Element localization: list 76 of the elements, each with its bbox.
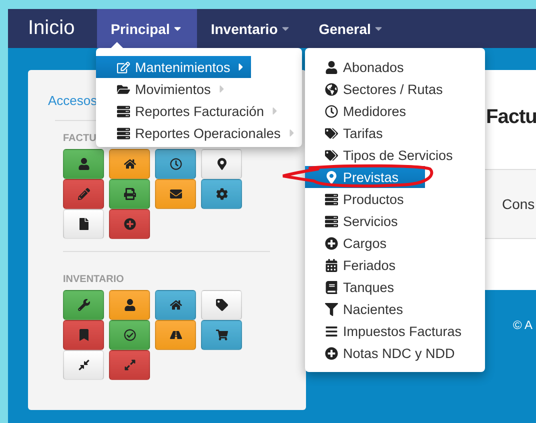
shortcut-button[interactable] bbox=[63, 350, 104, 380]
shortcut-button[interactable] bbox=[155, 320, 196, 350]
shortcut-button[interactable] bbox=[109, 320, 150, 350]
menu-icon bbox=[325, 324, 338, 338]
brand-link[interactable]: Inicio bbox=[28, 9, 75, 48]
printer-icon bbox=[124, 188, 136, 200]
tags-icon bbox=[325, 148, 338, 162]
shortcut-button[interactable] bbox=[109, 179, 150, 209]
clock-icon bbox=[170, 158, 182, 170]
menu-item[interactable]: Tarifas bbox=[305, 122, 387, 144]
bookmark-icon bbox=[78, 329, 90, 341]
shortcut-button[interactable] bbox=[155, 179, 196, 209]
tags-icon bbox=[325, 126, 338, 140]
envelope-icon bbox=[170, 188, 182, 200]
shortcut-button[interactable] bbox=[109, 149, 150, 179]
nav-menu[interactable]: Principal bbox=[96, 9, 197, 48]
compress-icon bbox=[78, 359, 90, 371]
menu-item[interactable]: Reportes Facturación bbox=[96, 100, 286, 122]
list-icon bbox=[325, 192, 338, 206]
list-icon bbox=[117, 104, 130, 118]
menu-item[interactable]: Productos bbox=[305, 188, 408, 210]
edit-icon bbox=[117, 60, 130, 74]
menu-item[interactable]: Mantenimientos bbox=[96, 56, 252, 78]
map-pin-icon bbox=[216, 158, 228, 170]
section-title: INVENTARIO bbox=[63, 274, 124, 285]
nav-menu[interactable]: General bbox=[304, 9, 398, 48]
user-icon bbox=[325, 60, 338, 74]
menu-item[interactable]: Notas NDC y NDD bbox=[305, 342, 459, 364]
road-icon bbox=[170, 329, 182, 341]
menu-item[interactable]: Movimientos bbox=[96, 78, 232, 100]
menu-item[interactable]: Nacientes bbox=[305, 298, 408, 320]
list-icon bbox=[325, 214, 338, 228]
shortcut-button[interactable] bbox=[201, 149, 242, 179]
pencil-icon bbox=[78, 188, 90, 200]
shortcut-button[interactable] bbox=[63, 149, 104, 179]
menu-item[interactable]: Tipos de Servicios bbox=[305, 144, 457, 166]
shortcut-button[interactable] bbox=[63, 209, 104, 239]
filter-icon bbox=[325, 302, 338, 316]
clock-icon bbox=[325, 104, 338, 118]
shortcut-button[interactable] bbox=[201, 179, 242, 209]
menu-item[interactable]: Reportes Operacionales bbox=[96, 122, 302, 144]
menu-item[interactable]: Tanques bbox=[305, 276, 398, 298]
list-icon bbox=[117, 126, 130, 140]
shortcut-button[interactable] bbox=[155, 149, 196, 179]
map-pin-icon bbox=[325, 170, 338, 184]
menu-item[interactable]: Abonados bbox=[305, 56, 408, 78]
book-icon bbox=[325, 280, 338, 294]
settings-icon bbox=[216, 188, 228, 200]
home-icon bbox=[124, 158, 136, 170]
globe-icon bbox=[325, 82, 338, 96]
page-heading: Factu bbox=[486, 106, 536, 129]
menu-item[interactable]: Cargos bbox=[305, 232, 391, 254]
menu-item[interactable]: Medidores bbox=[305, 100, 410, 122]
menu-item[interactable]: Feriados bbox=[305, 254, 400, 276]
tag-icon bbox=[216, 299, 228, 311]
shortcut-button[interactable] bbox=[201, 320, 242, 350]
nav-menu[interactable]: Inventario bbox=[196, 9, 305, 48]
cart-icon bbox=[216, 329, 228, 341]
band-label: Cons bbox=[502, 196, 535, 212]
shortcut-button[interactable] bbox=[63, 290, 104, 320]
expand-icon bbox=[124, 359, 136, 371]
home-icon bbox=[170, 299, 182, 311]
shortcut-button[interactable] bbox=[155, 290, 196, 320]
calendar-icon bbox=[325, 258, 338, 272]
menu-item[interactable]: Sectores / Rutas bbox=[305, 78, 447, 100]
user-icon bbox=[124, 299, 136, 311]
user-icon bbox=[78, 158, 90, 170]
folder-icon bbox=[117, 82, 130, 96]
menu-item[interactable]: Servicios bbox=[305, 210, 402, 232]
shortcut-button[interactable] bbox=[201, 290, 242, 320]
wrench-icon bbox=[78, 299, 90, 311]
menu-item[interactable]: Impuestos Facturas bbox=[305, 320, 466, 342]
file-icon bbox=[78, 218, 90, 230]
shortcut-button[interactable] bbox=[109, 290, 150, 320]
footer-text: © A bbox=[513, 318, 534, 332]
section-title: FACTU bbox=[63, 133, 96, 144]
